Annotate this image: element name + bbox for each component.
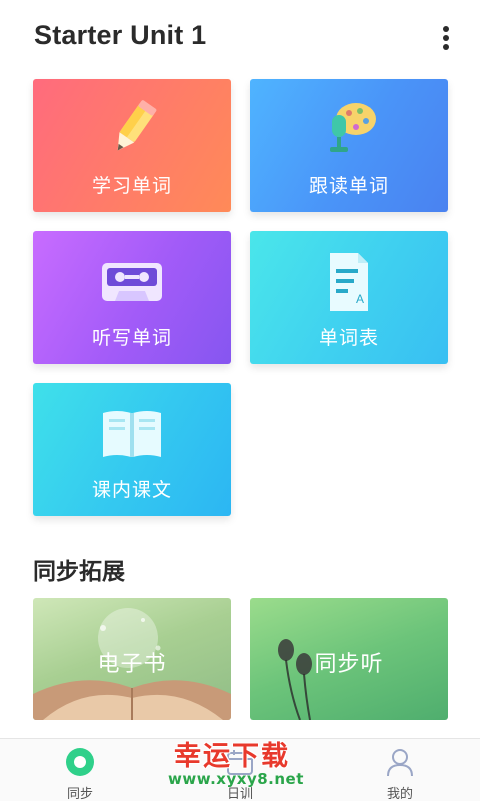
cassette-icon [33, 249, 231, 315]
tab-sync[interactable]: 同步 [20, 739, 140, 802]
tile-label: 课内课文 [91, 479, 172, 501]
tab-label: 我的 [386, 787, 413, 802]
header: Starter Unit 1 [0, 0, 480, 78]
section-title-extension: 同步拓展 [33, 559, 125, 585]
tile-label: 单词表 [318, 327, 379, 349]
tile-label: 学习单词 [91, 175, 172, 197]
tile-repeat-words[interactable]: 跟读单词 [250, 79, 448, 212]
card-label: 电子书 [97, 652, 167, 677]
tile-textbook-lessons[interactable]: 课内课文 [33, 383, 231, 516]
user-icon [385, 747, 415, 777]
microphone-icon [250, 97, 448, 163]
pencil-icon [33, 97, 231, 163]
tile-dictation-words[interactable]: 听写单词 [33, 231, 231, 364]
bottom-tab-bar: 同步 日训 我的 [0, 738, 480, 802]
book-icon [33, 401, 231, 467]
page-title: Starter Unit 1 [34, 20, 207, 50]
tab-daily-training[interactable]: 日训 [180, 739, 300, 802]
sync-circle-icon [65, 747, 95, 777]
tile-label: 听写单词 [91, 327, 172, 349]
card-ebook[interactable]: 电子书 [33, 598, 231, 720]
tile-learn-words[interactable]: 学习单词 [33, 79, 231, 212]
tile-word-list[interactable]: A 单词表 [250, 231, 448, 364]
document-icon: A [250, 249, 448, 315]
tab-label: 同步 [66, 787, 93, 802]
more-vertical-icon[interactable] [432, 22, 460, 54]
calendar-icon [225, 747, 255, 777]
svg-text:A: A [356, 292, 364, 306]
card-sync-listen[interactable]: 同步听 [250, 598, 448, 720]
tab-profile[interactable]: 我的 [340, 739, 460, 802]
tile-label: 跟读单词 [308, 175, 389, 197]
tab-label: 日训 [226, 787, 253, 802]
card-label: 同步听 [314, 652, 384, 677]
